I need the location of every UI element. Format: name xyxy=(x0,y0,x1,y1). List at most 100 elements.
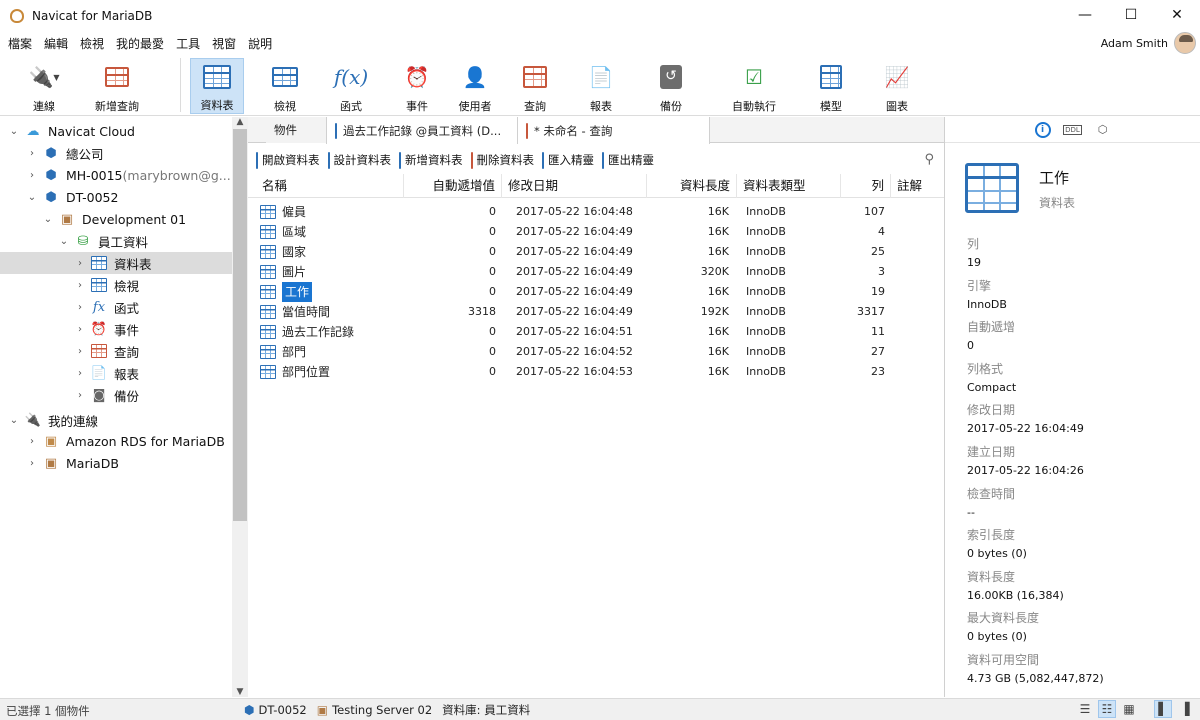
maximize-button[interactable]: ☐ xyxy=(1108,0,1154,30)
chevron-right-icon[interactable]: › xyxy=(74,368,86,379)
table-row[interactable]: 當值時間 3318 2017-05-22 16:04:49 192K InnoDB 331… xyxy=(248,302,944,322)
tree-item-my-connections[interactable]: ⌄ 🔌 我的連線 xyxy=(0,409,232,431)
toolbar-connection-button[interactable]: 🔌 ▼ 連線 xyxy=(14,58,74,114)
row-name-cell[interactable]: 國家 xyxy=(260,242,400,262)
toolbar-function-button[interactable]: f(x) 函式 xyxy=(324,58,378,114)
table-row[interactable]: 部門 0 2017-05-22 16:04:52 16K InnoDB 27 xyxy=(248,342,944,362)
tree-item-events[interactable]: › ⏰ 事件 xyxy=(0,318,232,340)
tree-item-employee-db[interactable]: ⌄ ⛁ 員工資料 xyxy=(0,230,232,252)
export-wizard-button[interactable]: 匯出精靈 xyxy=(602,151,654,169)
scroll-up-icon[interactable]: ▲ xyxy=(232,117,248,127)
user-account[interactable]: Adam Smith xyxy=(1101,32,1200,54)
chevron-down-icon[interactable]: ⌄ xyxy=(8,126,20,137)
row-name-cell[interactable]: 過去工作記錄 xyxy=(260,322,400,342)
toolbar-user-button[interactable]: 👤 使用者 xyxy=(448,58,502,114)
detail-view-icon[interactable]: ☷ xyxy=(1098,700,1116,718)
chevron-down-icon[interactable]: ⌄ xyxy=(42,214,54,225)
toolbar-table-button[interactable]: 資料表 xyxy=(190,58,244,114)
delete-table-button[interactable]: 刪除資料表 xyxy=(470,151,534,169)
chevron-right-icon[interactable]: › xyxy=(26,148,38,159)
chevron-right-icon[interactable]: › xyxy=(26,436,38,447)
sidebar-scrollbar[interactable]: ▲ ▼ xyxy=(232,117,248,697)
chevron-right-icon[interactable]: › xyxy=(74,302,86,313)
menu-edit[interactable]: 編輯 xyxy=(38,35,74,52)
tab-objects[interactable]: 物件 xyxy=(266,117,326,143)
minimize-button[interactable]: — xyxy=(1062,0,1108,30)
info-icon[interactable]: i xyxy=(1034,121,1051,138)
toolbar-view-button[interactable]: 檢視 xyxy=(258,58,312,114)
scroll-down-icon[interactable]: ▼ xyxy=(232,687,248,697)
row-name-cell[interactable]: 部門位置 xyxy=(260,362,400,382)
table-row[interactable]: 圖片 0 2017-05-22 16:04:49 320K InnoDB 3 xyxy=(248,262,944,282)
toolbar-query-button[interactable]: 查詢 xyxy=(508,58,562,114)
column-header-table-type[interactable]: 資料表類型 xyxy=(737,174,841,198)
scrollbar-thumb[interactable] xyxy=(233,129,247,521)
tree-item-amazon-rds[interactable]: › ▣ Amazon RDS for MariaDB xyxy=(0,430,232,452)
tree-item-navicat-cloud[interactable]: ⌄ ☁ Navicat Cloud xyxy=(0,120,232,142)
tree-item-mariadb[interactable]: › ▣ MariaDB xyxy=(0,452,232,474)
tree-item-dt-0052[interactable]: ⌄ ⬢ DT-0052 xyxy=(0,186,232,208)
chevron-right-icon[interactable]: › xyxy=(26,458,38,469)
table-row[interactable]: 國家 0 2017-05-22 16:04:49 16K InnoDB 25 xyxy=(248,242,944,262)
tree-item-queries[interactable]: › 查詢 xyxy=(0,340,232,362)
chevron-right-icon[interactable]: › xyxy=(74,280,86,291)
chevron-down-icon[interactable]: ⌄ xyxy=(26,192,38,203)
tree-item-reports[interactable]: › 📄 報表 xyxy=(0,362,232,384)
table-row[interactable]: 過去工作記錄 0 2017-05-22 16:04:51 16K InnoDB 11 xyxy=(248,322,944,342)
column-header-modified-date[interactable]: 修改日期 xyxy=(502,174,647,198)
table-row[interactable]: 工作 0 2017-05-22 16:04:49 16K InnoDB 19 xyxy=(248,282,944,302)
tree-item-head-office[interactable]: › ⬢ 總公司 xyxy=(0,142,232,164)
column-header-name[interactable]: 名稱 xyxy=(256,174,404,198)
close-button[interactable]: ✕ xyxy=(1154,0,1200,30)
chevron-down-icon[interactable]: ⌄ xyxy=(58,236,70,247)
tree-item-backups[interactable]: › ◙ 備份 xyxy=(0,384,232,406)
row-name-cell[interactable]: 僱員 xyxy=(260,202,400,222)
search-icon[interactable]: ⚲ xyxy=(924,152,934,167)
table-row[interactable]: 部門位置 0 2017-05-22 16:04:53 16K InnoDB 23 xyxy=(248,362,944,382)
menu-file[interactable]: 檔案 xyxy=(0,35,38,52)
table-row[interactable]: 僱員 0 2017-05-22 16:04:48 16K InnoDB 107 xyxy=(248,202,944,222)
table-row[interactable]: 區域 0 2017-05-22 16:04:49 16K InnoDB 4 xyxy=(248,222,944,242)
column-header-data-length[interactable]: 資料長度 xyxy=(647,174,737,198)
hexagon-settings-icon[interactable]: ⬡ xyxy=(1095,122,1111,138)
toolbar-report-button[interactable]: 📄 報表 xyxy=(574,58,628,114)
column-header-auto-increment[interactable]: 自動遞增值 xyxy=(404,174,502,198)
tree-item-mh-0015[interactable]: › ⬢ MH-0015 (marybrown@g... xyxy=(0,164,232,186)
toolbar-automation-button[interactable]: ☑ 自動執行 xyxy=(722,58,786,114)
menu-help[interactable]: 說明 xyxy=(242,35,278,52)
tree-item-functions[interactable]: › fx 函式 xyxy=(0,296,232,318)
toolbar-backup-button[interactable]: ↺ 備份 xyxy=(644,58,698,114)
row-name-cell[interactable]: 區域 xyxy=(260,222,400,242)
row-name-cell[interactable]: 當值時間 xyxy=(260,302,400,322)
new-table-button[interactable]: 新增資料表 xyxy=(399,151,463,169)
ddl-icon[interactable]: DDL xyxy=(1063,122,1082,138)
row-name-cell[interactable]: 部門 xyxy=(260,342,400,362)
list-view-icon[interactable]: ☰ xyxy=(1076,700,1094,718)
column-header-comment[interactable]: 註解 xyxy=(891,174,937,198)
chevron-right-icon[interactable]: › xyxy=(74,346,86,357)
toolbar-chart-button[interactable]: 📈 圖表 xyxy=(870,58,924,114)
toolbar-new-query-button[interactable]: 新增查詢 xyxy=(84,58,150,114)
right-panel-toggle-icon[interactable]: ▐ xyxy=(1176,700,1194,718)
menu-view[interactable]: 檢視 xyxy=(74,35,110,52)
design-table-button[interactable]: 設計資料表 xyxy=(327,151,391,169)
chevron-right-icon[interactable]: › xyxy=(26,170,38,181)
chevron-right-icon[interactable]: › xyxy=(74,324,86,335)
column-header-rows[interactable]: 列 xyxy=(841,174,891,198)
row-name-cell[interactable]: 圖片 xyxy=(260,262,400,282)
open-table-button[interactable]: 開啟資料表 xyxy=(256,151,320,169)
chevron-right-icon[interactable]: › xyxy=(74,390,86,401)
menu-favorites[interactable]: 我的最愛 xyxy=(110,35,170,52)
row-name-cell[interactable]: 工作 xyxy=(260,282,400,302)
tree-item-development-01[interactable]: ⌄ ▣ Development 01 xyxy=(0,208,232,230)
tab-untitled-query[interactable]: * 未命名 - 查詢 xyxy=(518,117,710,144)
toolbar-model-button[interactable]: 模型 xyxy=(804,58,858,114)
chevron-down-icon[interactable]: ⌄ xyxy=(8,415,20,426)
left-panel-toggle-icon[interactable]: ▌ xyxy=(1154,700,1172,718)
tree-item-tables[interactable]: › 資料表 xyxy=(0,252,232,274)
menu-tools[interactable]: 工具 xyxy=(170,35,206,52)
er-diagram-view-icon[interactable]: ▦ xyxy=(1120,700,1138,718)
toolbar-event-button[interactable]: ⏰ 事件 xyxy=(390,58,444,114)
import-wizard-button[interactable]: 匯入精靈 xyxy=(542,151,594,169)
chevron-right-icon[interactable]: › xyxy=(74,258,86,269)
